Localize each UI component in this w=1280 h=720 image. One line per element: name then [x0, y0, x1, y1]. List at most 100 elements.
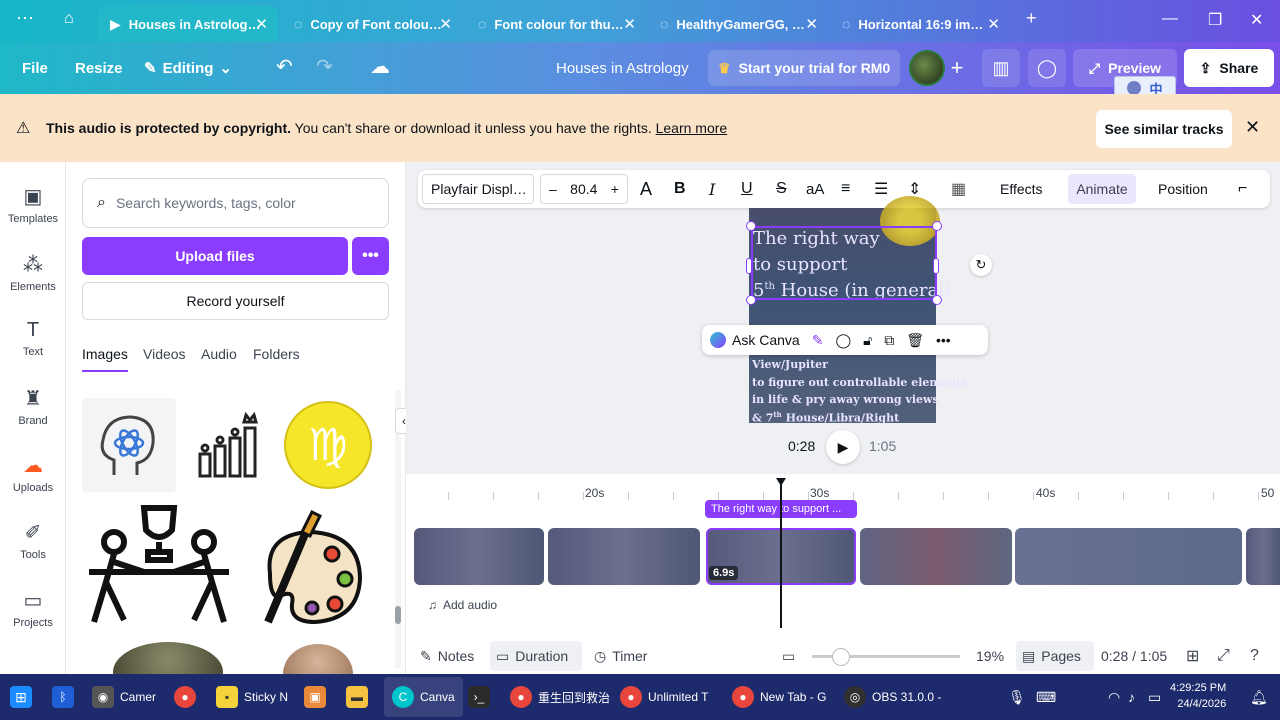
text-selection-box[interactable] [751, 226, 937, 300]
notes-button[interactable]: ✎ Notes [420, 640, 474, 672]
font-size-stepper[interactable]: – 80.4 + [540, 174, 628, 204]
resize-handle[interactable] [932, 295, 942, 305]
image-thumbnail-brain[interactable] [82, 398, 176, 492]
tab-videos[interactable]: Videos [143, 346, 186, 362]
taskbar-chrome[interactable]: ● [174, 674, 196, 720]
tab-folders[interactable]: Folders [253, 346, 300, 362]
taskbar-obs[interactable]: ◎ OBS 31.0.0 - [844, 674, 941, 720]
page-clip[interactable] [1015, 528, 1242, 585]
lock-icon[interactable]: 🔓︎ [863, 332, 872, 349]
learn-more-link[interactable]: Learn more [656, 120, 728, 136]
start-trial-button[interactable]: ♛ Start your trial for RM0 [708, 50, 900, 86]
taskbar-chrome-window-3[interactable]: ● New Tab - G [732, 674, 826, 720]
canvas-body-line-1[interactable]: View/Jupiter [752, 358, 828, 371]
taskbar-chrome-window-1[interactable]: ● 重生回到救治 [510, 674, 610, 720]
canvas-body-line-3[interactable]: in life & pry away wrong views [752, 393, 939, 406]
align-icon[interactable]: ≡ [841, 170, 850, 208]
tab-horizontal-16-9[interactable]: ◌ Horizontal 16:9 im… ✕ [830, 6, 1010, 42]
animate-button[interactable]: Animate [1068, 174, 1136, 204]
add-collaborator-button[interactable]: + [940, 49, 974, 87]
page-clip[interactable] [414, 528, 544, 585]
editing-mode-button[interactable]: ✎ Editing ⌄ [144, 42, 232, 94]
format-painter-icon[interactable]: ⌐ [1238, 170, 1247, 208]
strikethrough-icon[interactable]: S [776, 170, 787, 208]
fit-view-icon[interactable]: ▭ [782, 640, 795, 672]
file-menu-button[interactable]: File [22, 42, 48, 94]
record-yourself-button[interactable]: Record yourself [82, 282, 389, 320]
more-options-icon[interactable]: ••• [936, 332, 951, 348]
image-thumbnail-ranking[interactable] [184, 398, 274, 492]
page-clip[interactable] [860, 528, 1012, 585]
taskbar-canva[interactable]: C Canva [384, 677, 463, 717]
position-button[interactable]: Position [1158, 170, 1208, 208]
resize-button[interactable]: Resize [75, 42, 123, 94]
battery-icon[interactable]: ▭ [1148, 674, 1161, 720]
tab-houses-in-astrology[interactable]: ▶ Houses in Astrolog… ✕ [98, 6, 278, 42]
fullscreen-icon[interactable]: ⤢ [1217, 640, 1230, 672]
image-thumbnail-trophy-tug[interactable] [82, 500, 236, 632]
rail-uploads[interactable]: ☁ Uploads [0, 453, 66, 494]
transparency-icon[interactable]: ▦ [951, 170, 966, 208]
magic-edit-icon[interactable]: ✎ [812, 332, 824, 349]
taskbar-file-explorer[interactable]: ▬ [346, 674, 368, 720]
ask-canva-button[interactable]: Ask Canva [732, 332, 800, 348]
rail-tools[interactable]: ✐ Tools [0, 520, 66, 561]
image-thumbnail-portrait[interactable] [260, 640, 376, 674]
bold-icon[interactable]: B [674, 170, 686, 208]
delete-icon[interactable]: 🗑︎ [906, 332, 924, 349]
taskbar-photos[interactable]: ▣ [304, 674, 326, 720]
tab-images[interactable]: Images [82, 346, 128, 362]
taskbar-sticky-notes[interactable]: ▪ Sticky N [216, 674, 288, 720]
bluetooth-app[interactable]: ᛒ [52, 674, 74, 720]
help-icon[interactable]: ? [1250, 640, 1259, 672]
page-clip[interactable] [1246, 528, 1280, 585]
canvas-body-line-4[interactable]: & 7th House/Libra/Right [752, 410, 899, 425]
canvas-body-line-2[interactable]: to figure out controllable elements [752, 376, 967, 389]
resize-handle[interactable] [746, 221, 756, 231]
rail-projects[interactable]: ▭ Projects [0, 588, 66, 629]
font-family-select[interactable]: Playfair Displ… [422, 174, 534, 204]
zoom-level[interactable]: 19% [976, 640, 1004, 672]
minimize-icon[interactable]: — [1162, 10, 1178, 28]
see-similar-tracks-button[interactable]: See similar tracks [1096, 110, 1232, 148]
rail-elements[interactable]: ⁂ Elements [0, 252, 66, 293]
keyboard-icon[interactable]: ⌨ [1036, 674, 1056, 720]
tab-healthygamergg[interactable]: ◌ HealthyGamerGG, … ✕ [648, 6, 828, 42]
close-icon[interactable]: ✕ [439, 15, 452, 33]
playhead[interactable] [780, 484, 782, 628]
comments-icon[interactable]: ◯ [1028, 49, 1066, 87]
font-size-value[interactable]: 80.4 [570, 181, 597, 197]
maximize-icon[interactable]: ❐ [1208, 10, 1222, 30]
comment-add-icon[interactable]: ◯ [835, 332, 851, 349]
text-color-icon[interactable]: A [640, 170, 652, 208]
redo-icon[interactable]: ↷ [316, 54, 333, 79]
volume-icon[interactable]: ♪ [1128, 674, 1135, 720]
pages-button[interactable]: ▤ Pages [1022, 640, 1081, 672]
undo-icon[interactable]: ↶ [276, 54, 293, 79]
resize-handle[interactable] [932, 221, 942, 231]
zoom-slider-handle[interactable] [832, 648, 850, 666]
microphone-icon[interactable]: 🎙︎ [1008, 674, 1026, 720]
insights-icon[interactable]: ▥ [982, 49, 1020, 87]
rotate-icon[interactable]: ↻ [970, 254, 992, 276]
share-button[interactable]: ⇪ Share [1184, 49, 1274, 87]
grid-view-icon[interactable]: ⊞ [1186, 640, 1199, 672]
close-icon[interactable]: ✕ [805, 15, 818, 33]
play-button[interactable]: ▶ [826, 430, 860, 464]
resize-handle[interactable] [933, 258, 939, 274]
add-audio-button[interactable]: ♫ Add audio [428, 598, 497, 612]
wifi-icon[interactable]: ◠ [1108, 674, 1120, 720]
upload-files-button[interactable]: Upload files [82, 237, 348, 275]
rail-text[interactable]: T Text [0, 319, 66, 358]
tab-font-colour-thumbnail[interactable]: ◌ Font colour for thu… ✕ [466, 6, 646, 42]
notifications-icon[interactable]: 🔔︎ [1250, 674, 1268, 720]
close-icon[interactable]: ✕ [623, 15, 636, 33]
letter-case-icon[interactable]: aA [806, 170, 824, 208]
resize-handle[interactable] [746, 258, 752, 274]
page-clip[interactable] [548, 528, 700, 585]
upload-more-button[interactable]: ••• [352, 237, 389, 275]
taskbar-chrome-window-2[interactable]: ● Unlimited T [620, 674, 708, 720]
start-button[interactable]: ⊞ [10, 674, 32, 720]
close-banner-icon[interactable]: ✕ [1245, 117, 1260, 138]
workspace-icon[interactable]: ⌂ [64, 10, 74, 28]
